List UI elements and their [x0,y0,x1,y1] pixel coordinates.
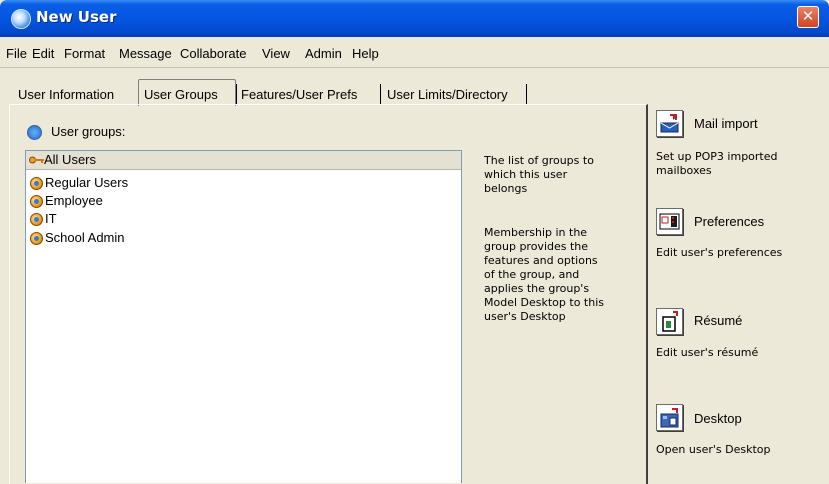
group-icon [30,177,43,190]
tab-user-limits-directory[interactable]: User Limits/Directory [387,87,508,102]
user-groups-label: User groups: [51,124,126,139]
list-item-label: Employee [45,193,103,208]
tab-features-user-prefs[interactable]: Features/User Prefs [241,87,357,102]
description-line: group provides the [484,240,589,253]
action-desc-line: mailboxes [656,164,712,177]
tab-user-information[interactable]: User Information [18,87,114,102]
desktop-title[interactable]: Desktop [694,411,742,426]
list-header-label: All Users [44,152,97,167]
mail-import-icon [660,114,679,133]
description-line: belongs [484,182,528,195]
menu-bar: File Edit Format Message Collaborate Vie… [0,37,829,68]
group-icon [30,232,43,245]
description-membership: Membership in the group provides the fea… [484,226,634,324]
description-line: Membership in the [484,226,588,239]
tab-divider [236,84,237,104]
menu-format[interactable]: Format [64,46,105,61]
menu-file[interactable]: File [6,46,27,61]
key-icon [29,156,44,164]
desktop-desc: Open user's Desktop [656,443,826,457]
title-bar[interactable]: New User ✕ [0,0,829,37]
menu-edit[interactable]: Edit [32,46,54,61]
list-header[interactable]: All Users [26,151,461,170]
description-line: of the group, and [484,268,580,281]
action-desc-line: Set up POP3 imported [656,150,778,163]
tab-user-groups[interactable]: User Groups [144,87,218,102]
tab-divider [526,84,527,104]
desktop-button[interactable] [656,404,683,431]
tab-divider [380,84,381,104]
user-groups-icon [27,125,42,140]
description-line: The list of groups to [484,154,594,167]
menu-admin[interactable]: Admin [305,46,342,61]
resume-button[interactable] [656,308,683,335]
resume-title[interactable]: Résumé [694,313,742,328]
preferences-desc: Edit user's preferences [656,246,826,260]
preferences-button[interactable] [656,208,683,235]
description-line: Model Desktop to this [484,296,604,309]
desktop-icon [660,408,679,428]
mail-import-title[interactable]: Mail import [694,116,758,131]
action-desc-line: Edit user's preferences [656,246,783,259]
action-desc-line: Edit user's résumé [656,346,759,359]
menu-help[interactable]: Help [352,46,379,61]
description-line: applies the group's [484,282,590,295]
preferences-icon [659,213,680,230]
group-icon [30,195,43,208]
group-icon [30,213,43,226]
action-desc-line: Open user's Desktop [656,443,771,456]
preferences-title[interactable]: Preferences [694,214,764,229]
menu-collaborate[interactable]: Collaborate [180,46,247,61]
menu-message[interactable]: Message [119,46,172,61]
list-item-label: Regular Users [45,175,129,190]
app-icon [11,9,31,29]
description-line: which this user [484,168,568,181]
description-intro: The list of groups to which this user be… [484,154,634,196]
description-line: user's Desktop [484,310,566,323]
close-button[interactable]: ✕ [797,6,819,28]
window-title: New User [36,8,117,26]
resume-icon [662,311,678,332]
menu-view[interactable]: View [262,46,290,61]
mail-import-desc: Set up POP3 imported mailboxes [656,150,826,178]
mail-import-button[interactable] [656,110,683,137]
resume-desc: Edit user's résumé [656,346,826,360]
list-item-label: School Admin [45,230,125,245]
list-item-label: IT [45,211,57,226]
description-line: features and options [484,254,598,267]
